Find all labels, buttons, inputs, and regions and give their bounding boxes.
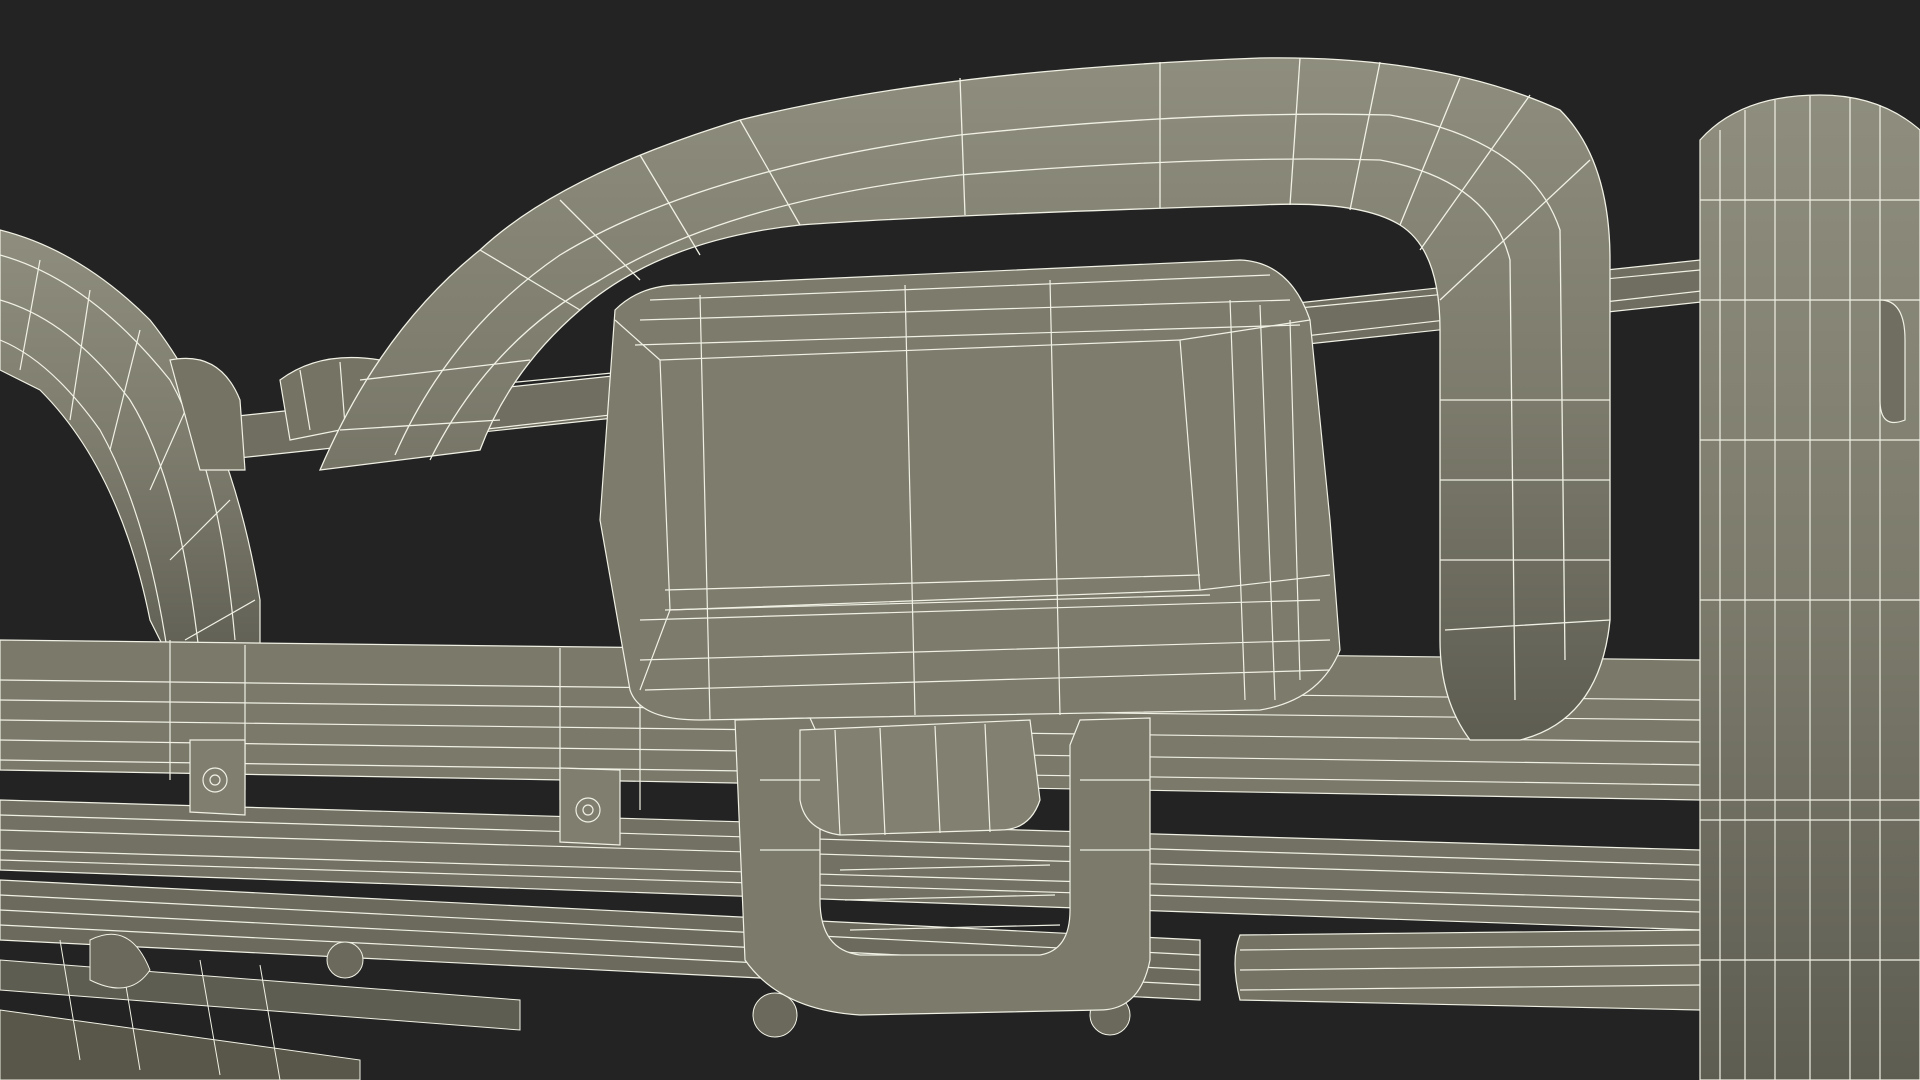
right-post <box>1699 94 1920 1080</box>
wireframe-render <box>0 0 1920 1080</box>
render-viewport <box>0 0 1920 1080</box>
central-pad <box>599 259 1341 721</box>
